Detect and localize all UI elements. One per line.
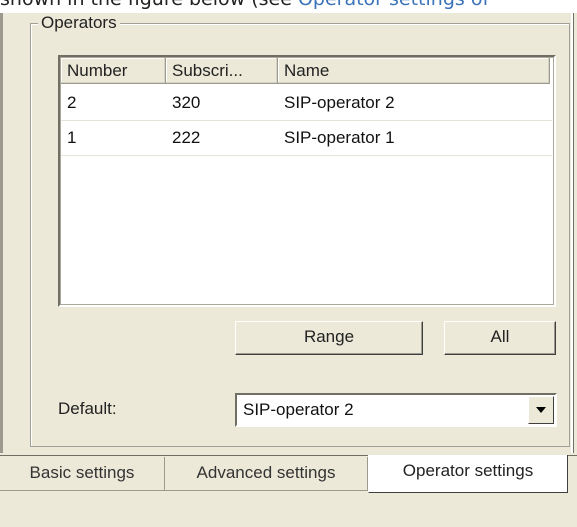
table-row[interactable]: 2 320 SIP-operator 2 — [61, 86, 552, 121]
document-text: shown in the figure below (see — [0, 0, 298, 10]
default-label: Default: — [58, 399, 117, 418]
tab-advanced-settings[interactable]: Advanced settings — [165, 457, 368, 491]
operators-group-title: Operators — [38, 13, 120, 33]
default-operator-value: SIP-operator 2 — [243, 400, 354, 419]
column-header-name[interactable]: Name — [278, 58, 550, 84]
cell-number: 2 — [67, 93, 77, 112]
all-button[interactable]: All — [444, 321, 556, 355]
dropdown-button[interactable] — [528, 396, 554, 424]
column-header-subscriber[interactable]: Subscri... — [166, 58, 278, 84]
operators-list[interactable]: Number Subscri... Name 2 320 SIP-operato… — [58, 55, 556, 307]
cell-subscriber: 320 — [172, 93, 201, 112]
cell-name: SIP-operator 2 — [284, 93, 395, 112]
default-operator-select[interactable]: SIP-operator 2 — [235, 393, 557, 427]
cell-subscriber: 222 — [172, 128, 201, 147]
table-row[interactable]: 1 222 SIP-operator 1 — [61, 121, 552, 156]
chevron-down-icon — [536, 407, 546, 413]
range-button[interactable]: Range — [235, 321, 423, 355]
settings-panel: Operators Number Subscri... Name 2 320 S… — [0, 13, 577, 527]
tab-strip: Basic settings Advanced settings Operato… — [0, 455, 577, 527]
operators-list-inner: Number Subscri... Name 2 320 SIP-operato… — [60, 57, 554, 305]
panel-right-border — [571, 13, 574, 453]
operator-settings-link[interactable]: Operator settings of — [298, 0, 489, 10]
tab-basic-settings[interactable]: Basic settings — [0, 457, 165, 491]
column-header-number[interactable]: Number — [61, 58, 166, 84]
tab-operator-settings[interactable]: Operator settings — [368, 455, 568, 493]
document-text-line: shown in the figure below (see Operator … — [0, 0, 577, 14]
panel-left-border — [0, 13, 3, 453]
cell-name: SIP-operator 1 — [284, 128, 395, 147]
cell-number: 1 — [67, 128, 77, 147]
list-header: Number Subscri... Name — [61, 58, 553, 86]
